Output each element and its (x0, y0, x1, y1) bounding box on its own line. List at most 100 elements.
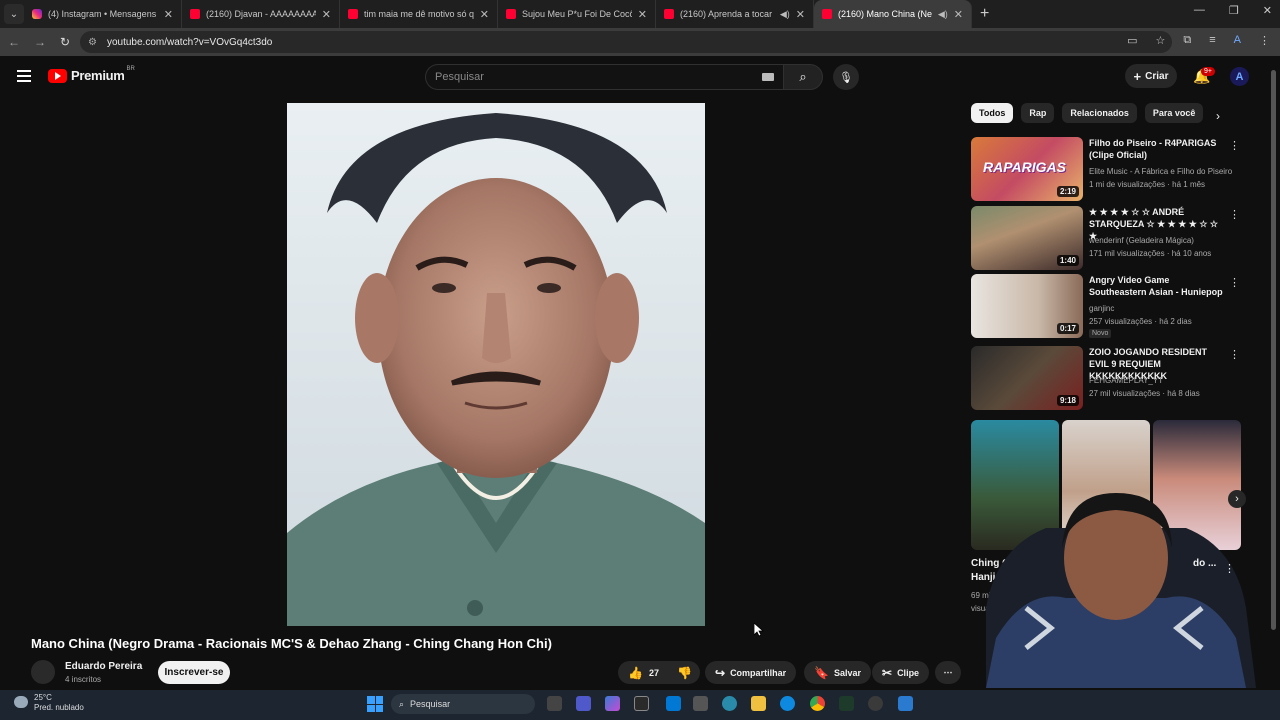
more-horizontal-icon: ⋯ (943, 667, 953, 677)
store-icon[interactable] (634, 696, 649, 711)
channel-avatar[interactable] (31, 660, 55, 684)
windows-start-icon[interactable] (367, 696, 383, 712)
like-button[interactable]: 👍 27 (628, 666, 659, 680)
forward-icon[interactable]: → (34, 35, 46, 49)
reload-icon[interactable]: ↻ (60, 35, 70, 49)
recommendation-item[interactable]: 9:18 ZOIO JOGANDO RESIDENT EVIL 9 REQUIE… (971, 346, 1246, 410)
share-button[interactable]: ↪ Compartilhar (705, 661, 797, 684)
task-view-icon[interactable] (547, 696, 562, 711)
create-button[interactable]: + Criar (1125, 64, 1177, 88)
hamburger-menu-icon[interactable] (17, 70, 31, 85)
kebab-menu-icon[interactable]: ⋮ (1229, 276, 1240, 289)
more-actions-button[interactable]: ⋯ (935, 661, 961, 684)
obs-icon[interactable] (868, 696, 883, 711)
recommendation-item[interactable]: 0:17 Angry Video Game Southeastern Asian… (971, 274, 1246, 338)
chip-rap[interactable]: Rap (1021, 103, 1055, 123)
youtube-icon (190, 9, 200, 19)
copilot-icon[interactable] (605, 696, 620, 711)
kebab-menu-icon[interactable]: ⋮ (1224, 562, 1235, 575)
taskbar-search[interactable]: ⌕ Pesquisar (391, 694, 535, 714)
youtube-premium-logo[interactable]: Premium BR (48, 66, 137, 83)
new-tab-button[interactable]: + (980, 5, 989, 23)
scrollbar-thumb[interactable] (1271, 70, 1276, 630)
page-scrollbar[interactable] (1271, 60, 1277, 690)
video-thumbnail[interactable]: 9:18 (971, 346, 1083, 410)
bookmark-icon: 🔖 (814, 665, 829, 680)
edge-icon[interactable] (780, 696, 795, 711)
instagram-icon (32, 9, 42, 19)
extensions-icon[interactable]: ⧉ (1183, 34, 1191, 47)
voice-search-button[interactable]: 🎙 (833, 64, 859, 90)
kebab-menu-icon[interactable]: ⋮ (1229, 139, 1240, 152)
video-thumbnail[interactable]: RAPARIGAS 2:19 (971, 137, 1083, 201)
recommendation-item[interactable]: 1:40 ★ ★ ★ ★ ☆ ☆ ANDRÉ STARQUEZA ☆ ★ ★ ★… (971, 206, 1246, 270)
weather-widget[interactable]: 25°C Pred. nublado (14, 693, 84, 713)
site-info-icon[interactable]: ⚙ (88, 37, 97, 48)
url-field[interactable]: ⚙ youtube.com/watch?v=VOvGq4ct3do (80, 31, 1172, 53)
youtube-icon (506, 9, 516, 19)
channel-name[interactable]: Eduardo Pereira (65, 661, 142, 672)
streamer-camera (986, 493, 1256, 688)
tab-instagram[interactable]: (4) Instagram • Mensagens ✕ (24, 0, 182, 28)
tab-djavan[interactable]: (2160) Djavan - AAAAAAAAAAA ✕ (182, 0, 340, 28)
media-icon[interactable]: ≡ (1209, 34, 1215, 47)
globe-icon[interactable] (722, 696, 737, 711)
rec-channel: Elite Music - A Fábrica e Filho do Pisei… (1089, 167, 1233, 176)
window-controls: — ❐ ✕ (1194, 4, 1272, 17)
save-button[interactable]: 🔖 Salvar (804, 661, 871, 684)
chip-para-voce[interactable]: Para você (1144, 103, 1204, 123)
keyboard-icon[interactable] (762, 73, 774, 81)
kebab-menu-icon[interactable]: ⋮ (1229, 208, 1240, 221)
recommendation-item[interactable]: RAPARIGAS 2:19 Filho do Piseiro - R4PARI… (971, 137, 1246, 201)
duration-badge: 0:17 (1056, 323, 1079, 334)
search-button[interactable]: ⌕ (783, 64, 823, 90)
tab-label: (2160) Aprenda a tocar PAN (680, 9, 774, 19)
dislike-button[interactable]: 👎 (677, 666, 692, 680)
chip-todos[interactable]: Todos (971, 103, 1014, 123)
bookmark-star-icon[interactable]: ☆ (1156, 34, 1166, 47)
kebab-menu-icon[interactable]: ⋮ (1229, 348, 1240, 361)
back-icon[interactable]: ← (8, 35, 20, 49)
speaker-icon[interactable]: ◀) (938, 9, 948, 20)
folder-icon[interactable] (751, 696, 766, 711)
video-thumbnail[interactable]: 0:17 (971, 274, 1083, 338)
profile-icon[interactable]: A (1234, 34, 1241, 47)
rec-meta: 27 mil visualizações · há 8 dias (1089, 389, 1200, 398)
chip-relacionados[interactable]: Relacionados (1062, 103, 1137, 123)
clip-button[interactable]: ✂ Clipe (872, 661, 930, 684)
plus-icon: + (1133, 68, 1142, 84)
tab-aprenda[interactable]: (2160) Aprenda a tocar PAN ◀) ✕ (656, 0, 814, 28)
account-avatar[interactable]: A (1230, 67, 1249, 86)
notepad-icon[interactable] (898, 696, 913, 711)
menu-icon[interactable]: ⋮ (1259, 34, 1270, 47)
tab-tim-maia[interactable]: tim maia me dê motivo só que ✕ (340, 0, 498, 28)
search-input[interactable]: Pesquisar (425, 64, 783, 90)
tab-sujou[interactable]: Sujou Meu P*u Foi De Cocô (VE ✕ (498, 0, 656, 28)
tab-mano-china[interactable]: (2160) Mano China (Negro ◀) ✕ (814, 0, 972, 28)
rec-channel: wenderinf (Geladeira Mágica) (1089, 236, 1194, 245)
teams-icon[interactable] (576, 696, 591, 711)
chrome-icon[interactable] (810, 696, 825, 711)
toolbar-icons: ▭ ☆ ⧉ ≡ A ⋮ (1127, 34, 1270, 47)
subscribe-button[interactable]: Inscrever-se (158, 661, 230, 684)
close-icon[interactable]: ✕ (480, 8, 489, 21)
close-icon[interactable]: ✕ (638, 8, 647, 21)
close-icon[interactable]: ✕ (954, 8, 963, 21)
tab-search-button[interactable]: ⌄ (4, 4, 24, 24)
speaker-icon[interactable]: ◀) (780, 9, 790, 20)
video-thumbnail[interactable]: 1:40 (971, 206, 1083, 270)
app-icon[interactable] (839, 696, 854, 711)
chevron-right-icon[interactable]: › (1216, 109, 1220, 123)
close-window-icon[interactable]: ✕ (1263, 4, 1272, 17)
calculator-icon[interactable] (693, 696, 708, 711)
video-player[interactable] (287, 103, 705, 626)
close-icon[interactable]: ✕ (796, 8, 805, 21)
new-badge: Novo (1089, 329, 1112, 338)
tab-label: (4) Instagram • Mensagens (48, 9, 157, 19)
close-icon[interactable]: ✕ (322, 8, 331, 21)
close-icon[interactable]: ✕ (164, 8, 173, 21)
minimize-icon[interactable]: — (1194, 4, 1205, 17)
restore-icon[interactable]: ❐ (1229, 4, 1239, 17)
outlook-icon[interactable] (666, 696, 681, 711)
cast-icon[interactable]: ▭ (1127, 34, 1137, 47)
